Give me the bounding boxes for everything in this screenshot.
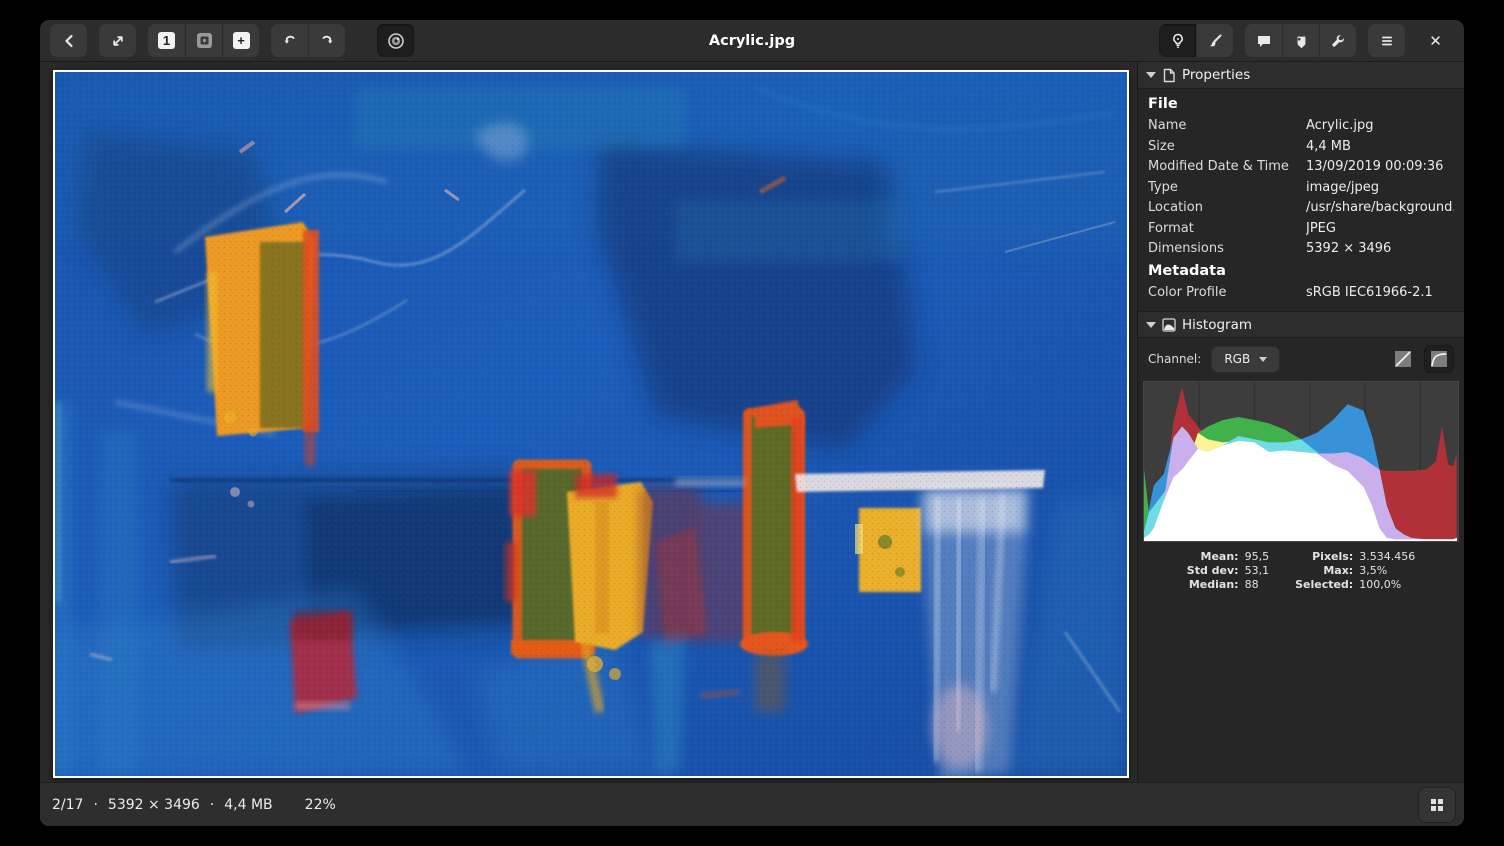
expander-arrow-icon: [1146, 72, 1156, 78]
back-button[interactable]: [50, 24, 87, 57]
histogram-section-icon: [1162, 318, 1176, 332]
zoom-fit-button[interactable]: [185, 24, 222, 57]
stat-value: 95,5: [1245, 550, 1270, 563]
image-frame: [53, 70, 1129, 778]
content-area: Properties File NameAcrylic.jpg Size4,4 …: [40, 62, 1464, 782]
statusbar-file-size: 4,4 MB: [224, 797, 272, 813]
histogram-stats: Mean: 95,5 Std dev: 53,1 Median: 88 Pixels:…: [1138, 542, 1464, 601]
thumbnail-grid-button[interactable]: [1418, 787, 1456, 823]
desktop: 1 + Acrylic.jpg: [0, 0, 1504, 846]
property-row: Size4,4 MB: [1148, 137, 1454, 158]
statusbar-separator: ·: [210, 797, 214, 813]
stat-label: Mean:: [1187, 550, 1239, 563]
histogram-controls: Channel: RGB: [1138, 338, 1464, 379]
tag-icon: [1293, 33, 1309, 49]
titlebar: 1 + Acrylic.jpg: [40, 20, 1464, 62]
fullscreen-button[interactable]: [99, 24, 136, 57]
linear-histogram-icon: [1394, 350, 1412, 368]
zoom-in-button[interactable]: +: [222, 24, 259, 57]
zoom-button-group: 1 +: [148, 24, 259, 57]
fullscreen-icon: [110, 33, 126, 49]
menu-button[interactable]: [1368, 24, 1405, 57]
stat-label: Max:: [1295, 564, 1353, 577]
lens-icon: [387, 32, 405, 50]
stat-value: 88: [1245, 578, 1270, 591]
toolbar-right: ✕: [1159, 24, 1454, 57]
document-properties-icon: [1162, 68, 1176, 83]
stat-value: 3.534.456: [1359, 550, 1415, 563]
zoom-fit-icon: [196, 32, 213, 49]
zoom-original-icon: 1: [158, 32, 175, 49]
channel-dropdown[interactable]: RGB: [1211, 346, 1280, 373]
statusbar-separator: ·: [93, 797, 97, 813]
stat-label: Std dev:: [1187, 564, 1239, 577]
tools-button[interactable]: [1319, 24, 1356, 57]
file-section-header: File: [1148, 93, 1454, 116]
grid-view-icon: [1429, 797, 1445, 813]
back-icon: [61, 33, 77, 49]
linear-scale-button[interactable]: [1388, 345, 1418, 373]
property-row: NameAcrylic.jpg: [1148, 116, 1454, 137]
statusbar: 2/17 · 5392 × 3496 · 4,4 MB 22%: [40, 782, 1464, 826]
statusbar-zoom-level: 22%: [305, 797, 336, 813]
stat-label: Median:: [1187, 578, 1239, 591]
toolbar-left: 1 +: [50, 24, 414, 57]
property-row: Color ProfilesRGB IEC61966-2.1: [1148, 283, 1454, 304]
histogram-expander[interactable]: Histogram: [1138, 311, 1464, 338]
property-row: Location/usr/share/background...: [1148, 198, 1454, 219]
properties-sidebar: Properties File NameAcrylic.jpg Size4,4 …: [1137, 62, 1464, 782]
tag-button[interactable]: [1282, 24, 1319, 57]
histogram-canvas: [1144, 382, 1458, 541]
logarithmic-scale-button[interactable]: [1424, 345, 1454, 373]
paint-canvas-weave: [55, 72, 1127, 776]
comment-icon: [1256, 33, 1272, 49]
lens-toggle-button[interactable]: [377, 24, 414, 57]
property-row: FormatJPEG: [1148, 219, 1454, 240]
image-viewer-canvas[interactable]: [40, 62, 1137, 782]
statusbar-position: 2/17: [52, 797, 83, 813]
properties-expander-label: Properties: [1182, 67, 1250, 83]
statusbar-dimensions: 5392 × 3496: [108, 797, 200, 813]
brush-icon: [1207, 33, 1223, 49]
metadata-section-header: Metadata: [1148, 260, 1454, 283]
acrylic-painting-image: [55, 72, 1127, 776]
stat-label: Selected:: [1295, 578, 1353, 591]
properties-expander[interactable]: Properties: [1138, 62, 1464, 89]
close-button[interactable]: ✕: [1417, 24, 1454, 57]
rotate-button-group: [271, 24, 345, 57]
rotate-left-icon: [282, 33, 298, 49]
comment-button[interactable]: [1245, 24, 1282, 57]
histogram-plot: [1143, 381, 1459, 542]
histogram-stats-right: Pixels: 3.534.456 Max: 3,5% Selected: 100,0…: [1295, 550, 1415, 591]
annotation-group: [1245, 24, 1356, 57]
zoom-original-button[interactable]: 1: [148, 24, 185, 57]
zoom-in-icon: +: [233, 32, 250, 49]
logarithmic-histogram-icon: [1430, 350, 1448, 368]
rotate-left-button[interactable]: [271, 24, 308, 57]
rotate-right-icon: [319, 33, 335, 49]
rotate-right-button[interactable]: [308, 24, 345, 57]
channel-dropdown-value: RGB: [1224, 352, 1250, 366]
stat-label: Pixels:: [1295, 550, 1353, 563]
property-row: Typeimage/jpeg: [1148, 178, 1454, 199]
wrench-icon: [1330, 33, 1346, 49]
properties-panel: File NameAcrylic.jpg Size4,4 MB Modified…: [1138, 89, 1464, 311]
lightbulb-icon: [1170, 33, 1186, 49]
menu-icon: [1379, 33, 1395, 49]
stat-value: 100,0%: [1359, 578, 1415, 591]
channel-label: Channel:: [1148, 352, 1201, 366]
image-viewer-window: 1 + Acrylic.jpg: [40, 20, 1464, 826]
stat-value: 3,5%: [1359, 564, 1415, 577]
property-row: Dimensions5392 × 3496: [1148, 239, 1454, 260]
properties-toggle-button[interactable]: [1159, 24, 1196, 57]
histogram-scale-buttons: [1388, 345, 1454, 373]
histogram-stats-left: Mean: 95,5 Std dev: 53,1 Median: 88: [1187, 550, 1269, 591]
expander-arrow-icon: [1146, 322, 1156, 328]
stat-value: 53,1: [1245, 564, 1270, 577]
property-row: Modified Date & Time13/09/2019 00:09:36: [1148, 157, 1454, 178]
edit-button[interactable]: [1196, 24, 1233, 57]
view-mode-group: [1159, 24, 1233, 57]
chevron-down-icon: [1259, 357, 1267, 362]
histogram-expander-label: Histogram: [1182, 317, 1252, 333]
